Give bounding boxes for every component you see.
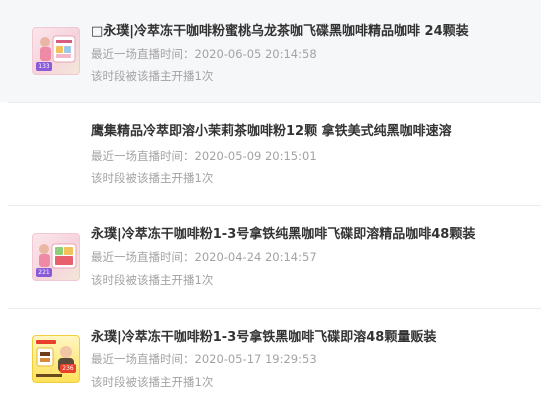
last-live-time: 最近一场直播时间：2020-04-24 20:14:57 [91, 250, 317, 264]
product-title[interactable]: 鹰集精品冷萃即溶小茉莉茶咖啡粉12颗 拿铁美式纯黑咖啡速溶 [91, 123, 531, 141]
list-item[interactable]: 236 永璞|冷萃冻干咖啡粉1-3号拿铁黑咖啡飞碟即溶48颗量贩装 最近一场直播… [0, 309, 541, 408]
product-thumbnail[interactable]: 221 [32, 233, 80, 281]
live-count: 该时段被该播主开播1次 [91, 375, 214, 389]
rank-badge: 133 [36, 62, 52, 71]
live-product-list: 133 □永璞|冷萃冻干咖啡粉蜜桃乌龙茶咖飞碟黑咖啡精品咖啡 24颗装 最近一场… [0, 0, 541, 408]
last-live-time: 最近一场直播时间：2020-06-05 20:14:58 [91, 47, 317, 61]
product-thumbnail[interactable]: 133 [32, 27, 80, 75]
product-title[interactable]: 永璞|冷萃冻干咖啡粉1-3号拿铁纯黑咖啡飞碟即溶精品咖啡48颗装 [91, 226, 531, 244]
list-item[interactable]: 133 □永璞|冷萃冻干咖啡粉蜜桃乌龙茶咖飞碟黑咖啡精品咖啡 24颗装 最近一场… [0, 0, 541, 102]
rank-badge: 236 [60, 364, 76, 373]
live-count: 该时段被该播主开播1次 [91, 69, 214, 83]
product-title[interactable]: □永璞|冷萃冻干咖啡粉蜜桃乌龙茶咖飞碟黑咖啡精品咖啡 24颗装 [91, 23, 531, 41]
live-count: 该时段被该播主开播1次 [91, 273, 214, 287]
list-item[interactable]: 鹰集精品冷萃即溶小茉莉茶咖啡粉12颗 拿铁美式纯黑咖啡速溶 最近一场直播时间：2… [0, 103, 541, 205]
rank-badge: 221 [36, 268, 52, 277]
product-image-icon [36, 340, 74, 377]
list-item[interactable]: 221 永璞|冷萃冻干咖啡粉1-3号拿铁纯黑咖啡飞碟即溶精品咖啡48颗装 最近一… [0, 206, 541, 308]
last-live-time: 最近一场直播时间：2020-05-17 19:29:53 [91, 352, 317, 366]
last-live-time: 最近一场直播时间：2020-05-09 20:15:01 [91, 149, 317, 163]
live-count: 该时段被该播主开播1次 [91, 171, 214, 185]
product-title[interactable]: 永璞|冷萃冻干咖啡粉1-3号拿铁黑咖啡飞碟即溶48颗量贩装 [91, 329, 531, 347]
product-thumbnail[interactable]: 236 [32, 335, 80, 383]
